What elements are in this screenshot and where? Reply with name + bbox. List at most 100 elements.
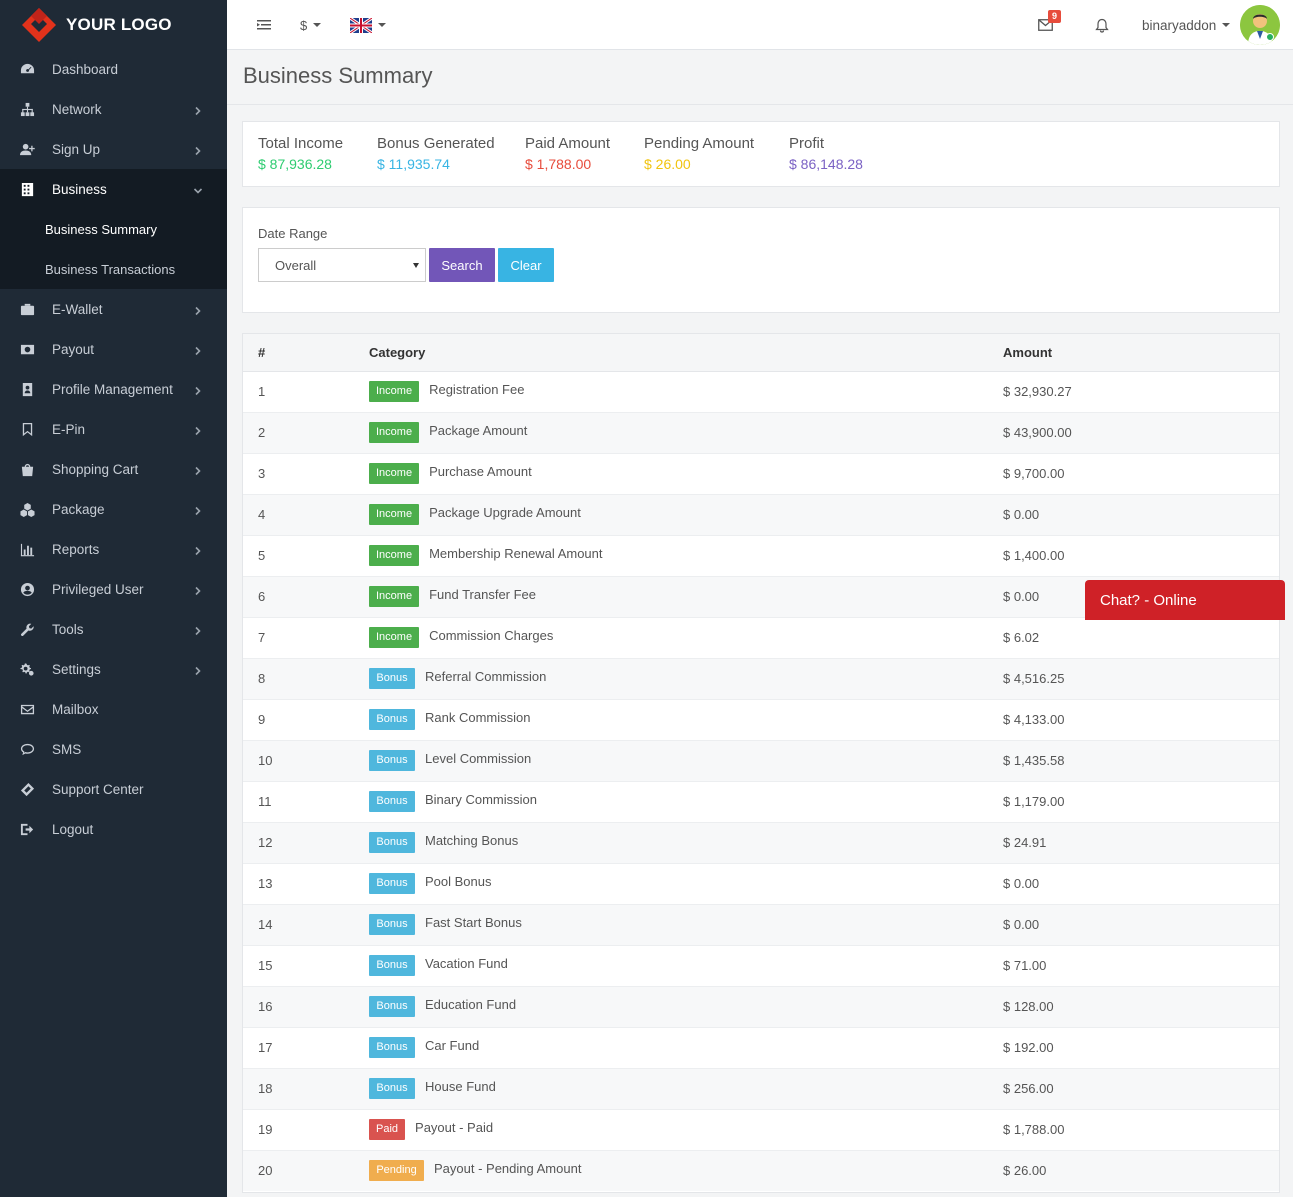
row-amount: $ 0.00 <box>1003 862 1279 904</box>
currency-symbol: $ <box>300 17 308 33</box>
sidebar-item-profile-management[interactable]: Profile Management <box>0 369 227 409</box>
chat-widget-button[interactable]: Chat? - Online <box>1085 580 1285 620</box>
sidebar-item-label: Business <box>52 181 107 197</box>
sidebar-item-label: Sign Up <box>52 141 101 157</box>
row-number: 14 <box>243 903 369 945</box>
row-amount: $ 43,900.00 <box>1003 411 1279 453</box>
currency-dropdown[interactable]: $ <box>300 0 322 50</box>
sidebar-item-business[interactable]: Business <box>0 169 227 209</box>
submenu-item-business-transactions[interactable]: Business Transactions <box>0 249 227 289</box>
user-avatar-button[interactable] <box>1240 0 1280 50</box>
paid-badge: Paid <box>369 1119 406 1140</box>
row-amount: $ 9,700.00 <box>1003 452 1279 494</box>
topbar: $ 9 binaryaddon <box>227 0 1293 50</box>
stat-pending-amount: Pending Amount $ 26.00 <box>644 135 754 172</box>
notifications-button[interactable] <box>1095 0 1109 50</box>
row-amount: $ 128.00 <box>1003 985 1279 1027</box>
sidebar-item-e-wallet[interactable]: E-Wallet <box>0 289 227 329</box>
sidebar-item-payout[interactable]: Payout <box>0 329 227 369</box>
row-category: Bonus Binary Commission <box>369 780 1003 822</box>
sidebar-item-label: E-Pin <box>52 421 86 437</box>
row-category: Pending Payout - Pending Amount <box>369 1149 1003 1191</box>
shopping-bag-icon <box>19 461 35 477</box>
logo-icon <box>20 6 58 44</box>
row-number: 6 <box>243 575 369 617</box>
language-dropdown[interactable] <box>350 0 386 50</box>
stat-bonus-generated: Bonus Generated $ 11,935.74 <box>377 135 495 172</box>
sidebar-item-network[interactable]: Network <box>0 89 227 129</box>
stat-value: $ 86,148.28 <box>789 156 863 172</box>
user-dropdown[interactable]: binaryaddon <box>1142 0 1231 50</box>
sidebar-item-sign-up[interactable]: Sign Up <box>0 129 227 169</box>
stat-title: Paid Amount <box>525 135 611 152</box>
sidebar-item-reports[interactable]: Reports <box>0 529 227 569</box>
stat-title: Pending Amount <box>644 135 755 152</box>
sidebar-item-label: Reports <box>52 541 100 557</box>
stat-title: Profit <box>789 135 825 152</box>
bookmark-icon <box>19 421 35 437</box>
sidebar-item-tools[interactable]: Tools <box>0 609 227 649</box>
chevron-right-icon <box>193 424 203 436</box>
row-category: Paid Payout - Paid <box>369 1108 1003 1150</box>
row-amount: $ 0.00 <box>1003 903 1279 945</box>
stat-profit: Profit $ 86,148.28 <box>789 135 863 172</box>
clear-button[interactable]: Clear <box>498 248 554 282</box>
row-category: Income Package Upgrade Amount <box>369 493 1003 535</box>
row-category: Bonus Fast Start Bonus <box>369 903 1003 945</box>
row-amount: $ 1,435.58 <box>1003 739 1279 781</box>
sidebar-item-e-pin[interactable]: E-Pin <box>0 409 227 449</box>
network-icon <box>19 101 35 117</box>
online-status-dot <box>1266 33 1274 41</box>
row-number: 3 <box>243 452 369 494</box>
category-name: Matching Bonus <box>425 833 519 848</box>
sidebar-item-label: Dashboard <box>52 61 119 77</box>
sidebar-item-label: Support Center <box>52 781 144 797</box>
select-arrow-icon <box>413 263 419 268</box>
uk-flag-icon <box>350 17 372 33</box>
submenu-item-business-summary[interactable]: Business Summary <box>0 209 227 249</box>
chevron-right-icon <box>193 464 203 476</box>
category-name: Package Upgrade Amount <box>429 505 581 520</box>
bonus-badge: Bonus <box>369 709 415 730</box>
row-category: Income Purchase Amount <box>369 452 1003 494</box>
category-name: Level Commission <box>425 751 532 766</box>
row-category: Bonus Car Fund <box>369 1026 1003 1068</box>
sidebar-item-support-center[interactable]: Support Center <box>0 769 227 809</box>
sidebar-item-dashboard[interactable]: Dashboard <box>0 49 227 89</box>
row-category: Income Fund Transfer Fee <box>369 575 1003 617</box>
income-badge: Income <box>369 504 420 525</box>
date-range-select[interactable]: Overall <box>258 248 426 282</box>
sidebar-item-shopping-cart[interactable]: Shopping Cart <box>0 449 227 489</box>
sidebar-item-settings[interactable]: Settings <box>0 649 227 689</box>
sidebar-item-label: Payout <box>52 341 95 357</box>
bonus-badge: Bonus <box>369 873 415 894</box>
chevron-right-icon <box>193 504 203 516</box>
column-header-amount: Amount <box>1003 334 1279 372</box>
sidebar-item-package[interactable]: Package <box>0 489 227 529</box>
table-row: 5 Income Membership Renewal Amount $ 1,400.… <box>243 534 1279 576</box>
summary-panel: Total Income $ 87,936.28 Bonus Generated $ … <box>242 121 1280 187</box>
row-category: Bonus Level Commission <box>369 739 1003 781</box>
sidebar-item-label: Settings <box>52 661 101 677</box>
sidebar-item-privileged-user[interactable]: Privileged User <box>0 569 227 609</box>
search-button[interactable]: Search <box>429 248 495 282</box>
user-circle-icon <box>19 581 35 597</box>
table-row: 7 Income Commission Charges $ 6.02 <box>243 616 1279 658</box>
sidebar-item-mailbox[interactable]: Mailbox <box>0 689 227 729</box>
row-category: Bonus Referral Commission <box>369 657 1003 699</box>
sidebar-item-sms[interactable]: SMS <box>0 729 227 769</box>
bonus-badge: Bonus <box>369 955 415 976</box>
chevron-right-icon <box>193 624 203 636</box>
sidebar-item-logout[interactable]: Logout <box>0 809 227 849</box>
logo[interactable]: YOUR LOGO <box>0 0 227 49</box>
mail-button[interactable]: 9 <box>1038 0 1068 50</box>
table-row: 13 Bonus Pool Bonus $ 0.00 <box>243 862 1279 904</box>
menu-toggle-button[interactable] <box>256 0 272 50</box>
chevron-right-icon <box>193 344 203 356</box>
sidebar-item-label: Profile Management <box>52 381 173 397</box>
ticket-icon <box>19 781 35 797</box>
row-number: 10 <box>243 739 369 781</box>
category-name: Car Fund <box>425 1038 480 1053</box>
table-row: 15 Bonus Vacation Fund $ 71.00 <box>243 944 1279 986</box>
table-row: 14 Bonus Fast Start Bonus $ 0.00 <box>243 903 1279 945</box>
